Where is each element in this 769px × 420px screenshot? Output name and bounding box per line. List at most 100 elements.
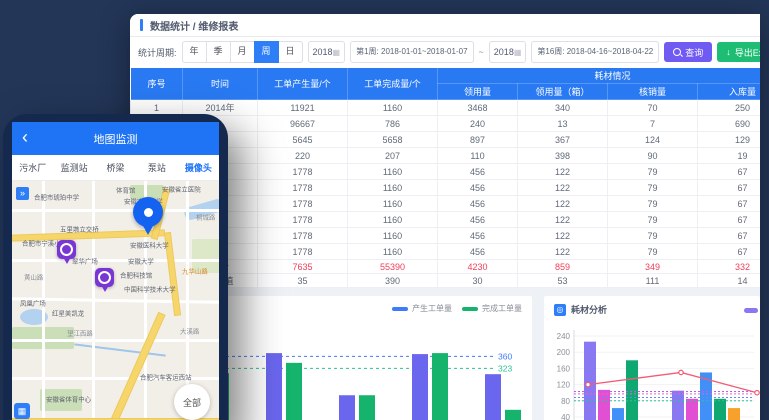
export-excel-button[interactable]: ↓ 导出Excel (717, 42, 760, 62)
table-cell: 110 (438, 148, 518, 164)
legend-item-完成工单量[interactable]: 完成工单量 (462, 303, 522, 314)
table-cell: 67 (698, 228, 761, 244)
table-cell: 122 (518, 196, 608, 212)
table-cell: 79 (608, 244, 698, 260)
map-expand-button[interactable]: » (16, 187, 29, 200)
table-cell: 367 (518, 132, 608, 148)
table-cell: 1160 (348, 228, 438, 244)
col-header: 工单完成量/个 (348, 68, 438, 100)
table-cell: 897 (438, 132, 518, 148)
chart-legend: 产生工单量 完成工单量 (392, 303, 522, 314)
period-option-年[interactable]: 年 (182, 41, 207, 63)
map-label: 安徽省体育中心 (46, 395, 91, 404)
map-label: 安徽大学 (128, 257, 154, 266)
phone-tab-摄像头[interactable]: 摄像头 (178, 161, 219, 174)
table-cell: 456 (438, 164, 518, 180)
table-cell: 70 (608, 100, 698, 116)
page-background: 数据统计 / 维修报表 统计周期: 年季月周日 2018 ▦ 第1周: 2018… (0, 0, 769, 420)
period-option-日[interactable]: 日 (278, 41, 303, 63)
period-option-季[interactable]: 季 (206, 41, 231, 63)
map-label: 红星美凯龙 (52, 309, 84, 318)
table-cell: 250 (698, 100, 761, 116)
table-cell: 1160 (348, 244, 438, 260)
average-cell: 30 (438, 274, 518, 288)
table-cell: 124 (608, 132, 698, 148)
table-cell: 11921 (258, 100, 348, 116)
phone-app-header: ‹ 地图监测 (12, 122, 219, 155)
table-cell: 67 (698, 212, 761, 228)
year-start-select[interactable]: 2018 ▦ (308, 41, 346, 63)
total-cell: 349 (608, 260, 698, 274)
table-cell: 122 (518, 212, 608, 228)
phone-screen: ‹ 地图监测 污水厂监测站桥梁泵站摄像头 (12, 122, 219, 420)
average-cell: 390 (348, 274, 438, 288)
svg-text:160: 160 (557, 364, 571, 373)
table-cell: 67 (698, 180, 761, 196)
svg-text:40: 40 (561, 413, 570, 420)
sub-col-header: 领用量 (438, 84, 518, 100)
map-label: 合肥市琥珀中学 (34, 193, 79, 202)
phone-tab-桥梁[interactable]: 桥梁 (95, 161, 136, 174)
period-option-周[interactable]: 周 (254, 41, 279, 63)
back-chevron-icon[interactable]: ‹ (22, 126, 28, 148)
phone-mockup: ‹ 地图监测 污水厂监测站桥梁泵站摄像头 (3, 114, 228, 420)
map-label: 安徽医科大学 (130, 241, 169, 250)
table-cell: 122 (518, 164, 608, 180)
query-button[interactable]: 查询 (664, 42, 712, 62)
camera-marker-tail (63, 257, 71, 264)
sub-col-header: 入库量 (698, 84, 761, 100)
range-separator: ~ (479, 47, 484, 57)
table-cell: 456 (438, 212, 518, 228)
map-layers-button[interactable]: ▦ (14, 403, 30, 419)
year-start-value: 2018 (313, 47, 333, 57)
map-label: 中国科学技术大学 (124, 285, 176, 294)
phone-tab-监测站[interactable]: 监测站 (53, 161, 94, 174)
map-label: 合肥科技馆 (120, 271, 152, 280)
phone-tab-污水厂[interactable]: 污水厂 (12, 161, 53, 174)
map-river (74, 343, 166, 356)
table-cell: 90 (608, 148, 698, 164)
week-range-start-input[interactable]: 第1周: 2018-01-01~2018-01-07 (350, 41, 473, 63)
average-cell: 111 (608, 274, 698, 288)
table-cell: 1778 (258, 228, 348, 244)
year-end-select[interactable]: 2018 ▦ (489, 41, 527, 63)
week-range-end-input[interactable]: 第16周: 2018-04-16~2018-04-22 (531, 41, 659, 63)
total-cell: 4230 (438, 260, 518, 274)
selected-location-pin[interactable] (133, 197, 163, 239)
map-label: 黄山路 (24, 273, 43, 282)
legend-item-产生工单量[interactable]: 产生工单量 (392, 303, 452, 314)
table-cell: 1778 (258, 212, 348, 228)
breadcrumb: 数据统计 / 维修报表 (130, 14, 760, 37)
map-label: 大溪路 (180, 327, 199, 336)
chart-title-text: 耗材分析 (571, 303, 607, 316)
table-cell: 1778 (258, 196, 348, 212)
table-cell: 5658 (348, 132, 438, 148)
svg-text:360: 360 (498, 351, 512, 361)
table-cell: 456 (438, 196, 518, 212)
map-label: 九华山路 (182, 267, 208, 276)
table-cell: 1778 (258, 244, 348, 260)
legend-swatch (392, 307, 408, 311)
map-road-major (90, 313, 165, 420)
map-all-button[interactable]: 全部 (174, 384, 210, 420)
table-cell: 96667 (258, 116, 348, 132)
map-label: 望江西路 (67, 329, 93, 338)
table-cell: 79 (608, 164, 698, 180)
total-cell: 332 (698, 260, 761, 274)
group-header: 耗材情况 (438, 68, 761, 84)
camera-marker[interactable] (57, 240, 76, 266)
phone-tab-泵站[interactable]: 泵站 (136, 161, 177, 174)
period-option-月[interactable]: 月 (230, 41, 255, 63)
legend-label: 产生工单量 (412, 303, 452, 314)
col-header: 时间 (183, 68, 258, 100)
pin-hole (144, 208, 153, 217)
legend-label: 完成工单量 (482, 303, 522, 314)
table-cell: 1160 (348, 196, 438, 212)
map-view[interactable]: 合肥市琥珀中学体育馆安徽农业大学安徽省立医院桐城路五里墩立交桥合肥市宁溪小学安徽… (12, 181, 219, 420)
camera-marker[interactable] (95, 268, 114, 294)
pin-tail (142, 224, 154, 235)
map-label: 合肥汽车客运西站 (140, 373, 192, 382)
period-label: 统计周期: (138, 46, 177, 59)
map-label: 五里墩立交桥 (60, 225, 99, 234)
table-row: 12014年119211160346834070250 (131, 100, 761, 116)
